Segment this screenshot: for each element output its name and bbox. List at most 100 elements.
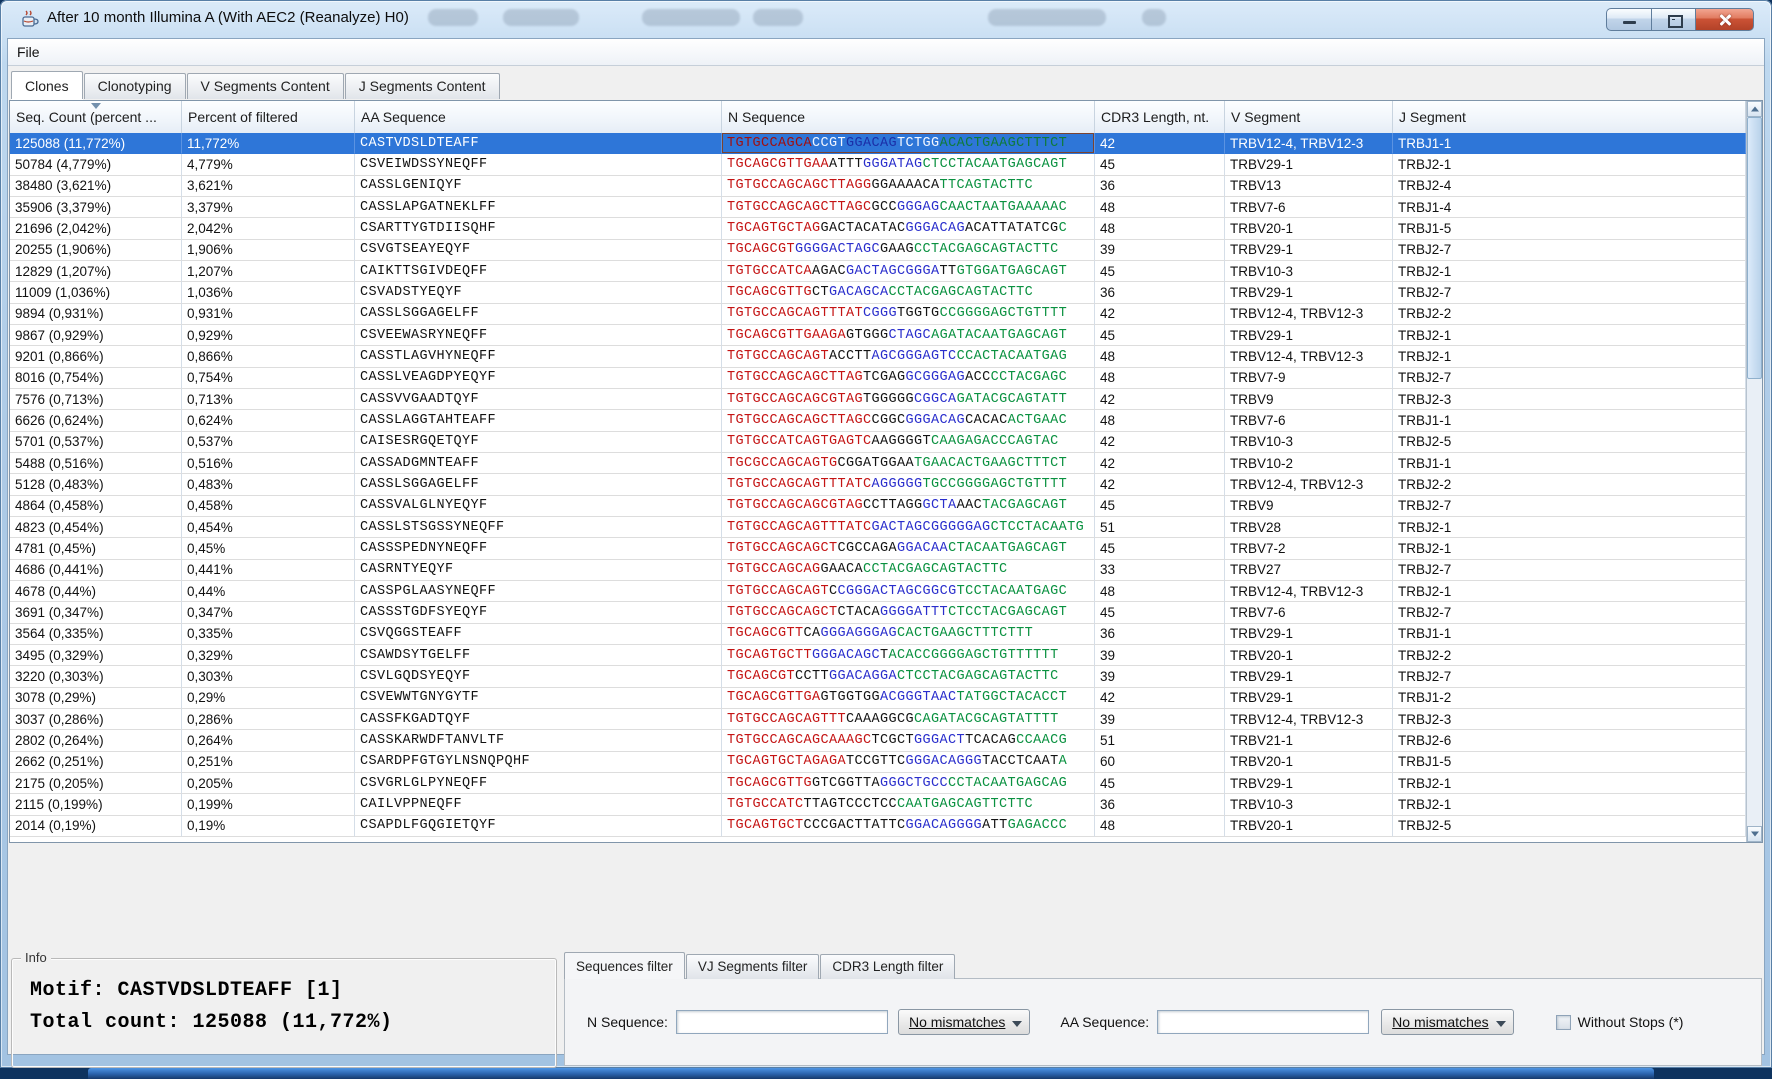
column-header[interactable]: N Sequence [722,101,1095,133]
cell-cdr3-length: 48 [1095,410,1225,431]
table-row[interactable]: 4864 (0,458%)0,458%CASSVALGLNYEQYFTGTGCC… [10,496,1746,517]
table-row[interactable]: 50784 (4,779%)4,779%CSVEIWDSSYNEQFFTGCAG… [10,154,1746,175]
cell-cdr3-length: 45 [1095,496,1225,517]
filter-tab-vj-segments-filter[interactable]: VJ Segments filter [686,954,820,979]
column-header[interactable]: Seq. Count (percent ... [10,101,182,133]
filter-tab-cdr3-length-filter[interactable]: CDR3 Length filter [820,954,955,979]
cell-j-segment: TRBJ1-1 [1393,624,1746,645]
table-row[interactable]: 5701 (0,537%)0,537%CAISESRGQETQYFTGTGCCA… [10,432,1746,453]
table-row[interactable]: 21696 (2,042%)2,042%CSARTTYGTDIISQHFTGCA… [10,218,1746,239]
table-row[interactable]: 3564 (0,335%)0,335%CSVQGGSTEAFFTGCAGCGTT… [10,624,1746,645]
window-client-area: File ClonesClonotypingV Segments Content… [7,38,1765,1055]
tab-clonotyping[interactable]: Clonotyping [84,73,186,99]
titlebar-ghost [503,9,579,26]
table-row[interactable]: 2175 (0,205%)0,205%CSVGRLGLPYNEQFFTGCAGC… [10,773,1746,794]
nseq-segment-v: TGTGCCATC [727,797,804,812]
cell-aa-sequence: CASSLAPGATNEKLFF [355,197,722,218]
nseq-segment-d: GGGGACTAGC [795,242,880,257]
cell-cdr3-length: 33 [1095,560,1225,581]
table-row[interactable]: 38480 (3,621%)3,621%CASSLGENIQYFTGTGCCAG… [10,176,1746,197]
table-row[interactable]: 6626 (0,624%)0,624%CASSLAGGTAHTEAFFTGTGC… [10,410,1746,431]
tab-clones[interactable]: Clones [11,71,83,99]
cell-n-sequence: TGCGCCAGCAGTGCGGATGGAATGAACACTGAAGCTTTCT [722,453,1095,474]
nseq-segment-d: GGACAGGGG [906,818,983,833]
table-row[interactable]: 35906 (3,379%)3,379%CASSLAPGATNEKLFFTGTG… [10,197,1746,218]
cell-percent: 0,931% [182,304,355,325]
nseq-segment-d: CGGG [863,306,897,321]
column-header[interactable]: J Segment [1393,101,1746,133]
column-header[interactable]: V Segment [1225,101,1393,133]
cell-aa-sequence: CASSLSGGAGELFF [355,304,722,325]
without-stops-checkbox[interactable] [1556,1015,1571,1030]
cell-cdr3-length: 45 [1095,538,1225,559]
table-row[interactable]: 3691 (0,347%)0,347%CASSSTGDFSYEQYFTGTGCC… [10,602,1746,623]
minimize-button[interactable] [1606,8,1651,31]
table-row[interactable]: 4781 (0,45%)0,45%CASSSPEDNYNEQFFTGTGCCAG… [10,538,1746,559]
cell-j-segment: TRBJ2-5 [1393,432,1746,453]
filter-panel: Sequences filterVJ Segments filterCDR3 L… [564,951,1762,1069]
aa-sequence-input[interactable] [1157,1010,1369,1034]
nseq-segment-d: AGGGGG [872,477,923,492]
cell-aa-sequence: CSVLGQDSYEQYF [355,666,722,687]
info-panel-title: Info [21,950,51,965]
nseq-segment-n: AAC [957,498,983,513]
nseq-segment-d: GGGACAGGG [906,754,983,769]
table-row[interactable]: 4823 (0,454%)0,454%CASSLSTSGSSYNEQFFTGTG… [10,517,1746,538]
table-row[interactable]: 8016 (0,754%)0,754%CASSLVEAGDPYEQYFTGTGC… [10,368,1746,389]
close-button[interactable] [1696,8,1754,31]
table-row[interactable]: 7576 (0,713%)0,713%CASSVVGAADTQYFTGTGCCA… [10,389,1746,410]
column-header[interactable]: AA Sequence [355,101,722,133]
menu-file[interactable]: File [8,39,49,65]
filter-tab-sequences-filter[interactable]: Sequences filter [564,952,685,979]
table-row[interactable]: 3220 (0,303%)0,303%CSVLGQDSYEQYFTGCAGCGT… [10,666,1746,687]
column-header[interactable]: Percent of filtered [182,101,355,133]
cell-aa-sequence: CASSLSGGAGELFF [355,474,722,495]
table-row[interactable]: 2014 (0,19%)0,19%CSAPDLFGQGIETQYFTGCAGTG… [10,816,1746,837]
cell-percent: 0,329% [182,645,355,666]
column-header[interactable]: CDR3 Length, nt. [1095,101,1225,133]
scrollbar-thumb[interactable] [1747,117,1762,379]
table-row[interactable]: 2802 (0,264%)0,264%CASSKARWDFTANVLTFTGTG… [10,730,1746,751]
cell-aa-sequence: CASSSTGDFSYEQYF [355,602,722,623]
tab-v-segments-content[interactable]: V Segments Content [187,73,344,99]
table-row[interactable]: 9894 (0,931%)0,931%CASSLSGGAGELFFTGTGCCA… [10,304,1746,325]
n-sequence-input[interactable] [676,1010,888,1034]
table-row[interactable]: 2115 (0,199%)0,199%CAILVPPNEQFFTGTGCCATC… [10,794,1746,815]
chevron-down-icon [1012,1021,1022,1027]
table-row[interactable]: 11009 (1,036%)1,036%CSVADSTYEQYFTGCAGCGT… [10,282,1746,303]
table-row[interactable]: 5488 (0,516%)0,516%CASSADGMNTEAFFTGCGCCA… [10,453,1746,474]
nseq-segment-j: CAAGAGACCCAGTAC [931,434,1059,449]
table-row[interactable]: 20255 (1,906%)1,906%CSVGTSEAYEQYFTGCAGCG… [10,240,1746,261]
table-row[interactable]: 3078 (0,29%)0,29%CSVEWWTGNYGYTFTGCAGCGTT… [10,688,1746,709]
cell-seq-count: 6626 (0,624%) [10,410,182,431]
aa-mismatch-combo[interactable]: No mismatches [1381,1009,1513,1035]
menu-bar: File [8,39,1764,66]
vertical-scrollbar[interactable] [1746,101,1762,842]
title-bar[interactable]: After 10 month Illumina A (With AEC2 (Re… [0,0,1772,38]
scroll-down-button[interactable] [1747,826,1762,842]
table-row[interactable]: 3037 (0,286%)0,286%CASSFKGADTQYFTGTGCCAG… [10,709,1746,730]
table-row[interactable]: 2662 (0,251%)0,251%CSARDPFGTGYLNSNQPQHFT… [10,752,1746,773]
cell-seq-count: 5128 (0,483%) [10,474,182,495]
cell-percent: 0,264% [182,730,355,751]
nseq-segment-d: GCTA [923,498,957,513]
table-row[interactable]: 9201 (0,866%)0,866%CASSTLAGVHYNEQFFTGTGC… [10,346,1746,367]
table-row[interactable]: 5128 (0,483%)0,483%CASSLSGGAGELFFTGTGCCA… [10,474,1746,495]
cell-seq-count: 2115 (0,199%) [10,794,182,815]
table-row[interactable]: 9867 (0,929%)0,929%CSVEEWASRYNEQFFTGCAGC… [10,325,1746,346]
nseq-segment-d: GGGACAG [906,221,966,236]
table-row[interactable]: 125088 (11,772%)11,772%CASTVDSLDTEAFFTGT… [10,133,1746,154]
scroll-up-button[interactable] [1747,101,1762,117]
nseq-segment-v: TGTGCCAGCAGT [727,584,829,599]
table-row[interactable]: 12829 (1,207%)1,207%CAIKTTSGIVDEQFFTGTGC… [10,261,1746,282]
cell-n-sequence: TGTGCCATCAAGACGACTAGCGGGATTGTGGATGAGCAGT [722,261,1095,282]
table-row[interactable]: 3495 (0,329%)0,329%CSAWDSYTGELFFTGCAGTGC… [10,645,1746,666]
tab-j-segments-content[interactable]: J Segments Content [345,73,500,99]
n-mismatch-combo[interactable]: No mismatches [898,1009,1030,1035]
table-row[interactable]: 4678 (0,44%)0,44%CASSPGLAASYNEQFFTGTGCCA… [10,581,1746,602]
nseq-segment-j: A [1059,754,1068,769]
table-row[interactable]: 4686 (0,441%)0,441%CASRNTYEQYFTGTGCCAGCA… [10,560,1746,581]
cell-j-segment: TRBJ2-1 [1393,261,1746,282]
restore-button[interactable] [1651,8,1696,31]
cell-n-sequence: TGTGCCAGCAGCTTAGCCGGCGGGACAGCACACACTGAAC [722,410,1095,431]
